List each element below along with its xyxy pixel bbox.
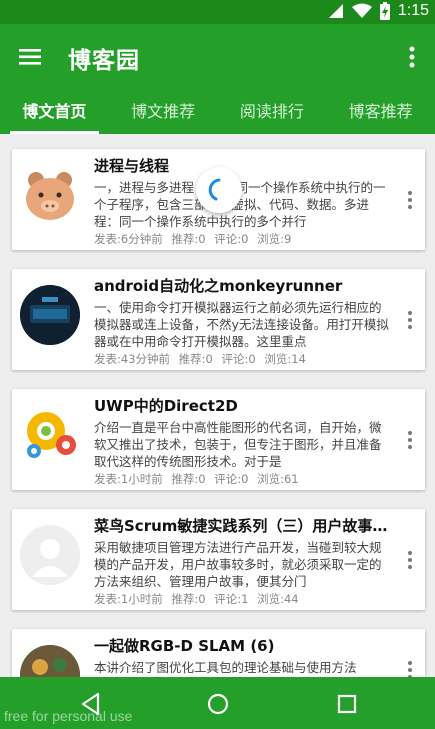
- battery-icon: [379, 2, 390, 20]
- post-title[interactable]: 一起做RGB-D SLAM (6): [94, 635, 394, 656]
- post-title[interactable]: 进程与线程: [94, 155, 394, 176]
- post-time: 发表:1小时前: [94, 592, 163, 606]
- home-circle-icon[interactable]: [205, 691, 231, 717]
- author-avatar: [20, 165, 80, 225]
- author-avatar: [20, 525, 80, 585]
- status-time: 1:15: [397, 2, 429, 19]
- post-time: 发表:6分钟前: [94, 232, 163, 246]
- post-meta: 发表:43分钟前 推荐:0 评论:0 浏览:14: [94, 351, 311, 367]
- post-title[interactable]: UWP中的Direct2D: [94, 395, 394, 416]
- tab-reading-ranking[interactable]: 阅读排行: [218, 90, 327, 134]
- post-meta: 发表:1小时前 推荐:0 评论:0 浏览:61: [94, 471, 304, 487]
- tab-recommended-blogs[interactable]: 博客推荐: [326, 90, 435, 134]
- post-recommend-count: 推荐:0: [178, 352, 213, 366]
- post-more-icon[interactable]: [405, 549, 415, 571]
- post-summary: 本讲介绍了图优化工具包的理论基础与使用方法: [94, 660, 357, 675]
- post-summary: 一，进程与多进程 进程：同一个操作系统中执行的一个子程序，包含三部分：虚拟、代码…: [94, 180, 386, 229]
- post-summary: 一、使用命令打开模拟器运行之前必须先运行相应的模拟器或连上设备，不然y无法连接设…: [94, 300, 389, 349]
- search-screen-avatar-icon: [20, 285, 80, 345]
- spinner-arc-icon: [208, 178, 221, 201]
- author-avatar: [20, 645, 80, 677]
- recents-square-icon[interactable]: [334, 691, 360, 717]
- post-more-icon[interactable]: [405, 309, 415, 331]
- post-comment-count: 评论:1: [214, 592, 249, 606]
- menu-icon[interactable]: [18, 44, 44, 70]
- post-comment-count: 评论:0: [214, 232, 249, 246]
- watermark: free for personal use: [4, 708, 133, 724]
- post-view-count: 浏览:9: [257, 232, 292, 246]
- post-meta: 发表:6分钟前 推荐:0 评论:0 浏览:9: [94, 231, 296, 247]
- tab-recommended-posts[interactable]: 博文推荐: [109, 90, 218, 134]
- post-view-count: 浏览:44: [257, 592, 299, 606]
- post-comment-count: 评论:0: [221, 352, 256, 366]
- default-avatar-icon: [20, 525, 80, 585]
- post-list[interactable]: 进程与线程 一，进程与多进程 进程：同一个操作系统中执行的一个子程序，包含三部分…: [0, 134, 435, 677]
- app-bar: 博客园: [0, 24, 435, 90]
- post-more-icon[interactable]: [405, 189, 415, 211]
- post-card[interactable]: UWP中的Direct2D 介绍一直是平台中高性能图形的代名词，自开始，微软又推…: [12, 389, 425, 490]
- status-icons: 1:15: [328, 2, 429, 20]
- post-card[interactable]: android自动化之monkeyrunner 一、使用命令打开模拟器运行之前必…: [12, 269, 425, 370]
- post-recommend-count: 推荐:0: [171, 472, 206, 486]
- post-more-icon[interactable]: [405, 659, 415, 677]
- post-summary: 介绍一直是平台中高性能图形的代名词，自开始，微软又推出了技术，包装于，但专注于图…: [94, 420, 382, 469]
- post-time: 发表:1小时前: [94, 472, 163, 486]
- post-card[interactable]: 菜鸟Scrum敏捷实践系列（三）用户故事的组织 采用敏捷项目管理方法进行产品开发…: [12, 509, 425, 610]
- loading-spinner: [196, 167, 242, 213]
- post-time: 发表:43分钟前: [94, 352, 171, 366]
- pig-avatar-icon: [26, 172, 74, 220]
- post-card[interactable]: 一起做RGB-D SLAM (6) 本讲介绍了图优化工具包的理论基础与使用方法: [12, 629, 425, 677]
- post-view-count: 浏览:61: [257, 472, 299, 486]
- author-avatar: [20, 285, 80, 345]
- post-title[interactable]: android自动化之monkeyrunner: [94, 275, 394, 296]
- signal-icon: [328, 4, 343, 18]
- tab-home-posts[interactable]: 博文首页: [0, 90, 109, 134]
- app-title: 博客园: [68, 48, 140, 74]
- author-avatar: [20, 405, 80, 465]
- post-meta: 发表:1小时前 推荐:0 评论:1 浏览:44: [94, 591, 304, 607]
- post-comment-count: 评论:0: [214, 472, 249, 486]
- post-view-count: 浏览:14: [264, 352, 306, 366]
- gear-avatar-icon: [27, 412, 76, 458]
- post-recommend-count: 推荐:0: [171, 232, 206, 246]
- post-more-icon[interactable]: [405, 429, 415, 451]
- status-bar: 1:15: [0, 0, 435, 24]
- photo-avatar-icon: [20, 645, 80, 677]
- tab-bar: 博文首页 博文推荐 阅读排行 博客推荐: [0, 90, 435, 134]
- post-recommend-count: 推荐:0: [171, 592, 206, 606]
- post-title[interactable]: 菜鸟Scrum敏捷实践系列（三）用户故事的组织: [94, 515, 394, 536]
- more-vert-icon[interactable]: [401, 42, 423, 72]
- post-summary: 采用敏捷项目管理方法进行产品开发，当碰到较大规模的产品开发，用户故事较多时，就必…: [94, 540, 382, 589]
- wifi-icon: [351, 3, 372, 18]
